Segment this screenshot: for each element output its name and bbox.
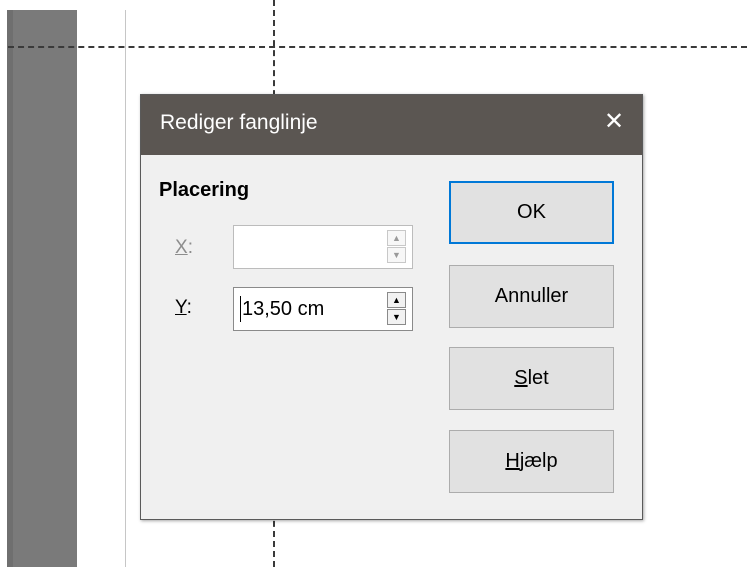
x-spin-buttons: ▲ ▼ bbox=[387, 230, 408, 264]
x-spin-up-icon: ▲ bbox=[387, 230, 406, 246]
y-label-colon: : bbox=[186, 297, 192, 318]
delete-label-rest: let bbox=[527, 367, 549, 389]
x-spin-down-icon: ▼ bbox=[387, 247, 406, 263]
cancel-button[interactable]: Annuller bbox=[449, 265, 614, 328]
x-label-colon: : bbox=[187, 237, 193, 258]
edit-snapline-dialog: Rediger fanglinje ✕ Placering X: ▲ ▼ Y: … bbox=[140, 94, 643, 520]
dialog-title: Rediger fanglinje bbox=[160, 111, 318, 134]
y-label-mnemonic: Y bbox=[175, 297, 187, 318]
workspace-left-shade bbox=[7, 10, 13, 567]
dialog-titlebar[interactable]: Rediger fanglinje ✕ bbox=[141, 95, 642, 155]
help-mnemonic: H bbox=[505, 450, 520, 472]
y-position-value[interactable]: 13,50 cm bbox=[242, 298, 324, 321]
delete-mnemonic: S bbox=[514, 367, 528, 389]
document-canvas: Rediger fanglinje ✕ Placering X: ▲ ▼ Y: … bbox=[0, 0, 747, 567]
workspace-left-area bbox=[7, 10, 77, 567]
help-button[interactable]: Hjælp bbox=[449, 430, 614, 493]
position-section-heading: Placering bbox=[159, 179, 250, 201]
y-position-spinbox[interactable]: 13,50 cm ▲ ▼ bbox=[233, 287, 413, 331]
y-field-label: Y: bbox=[175, 297, 192, 319]
page-margin-line bbox=[125, 10, 126, 567]
ok-button[interactable]: OK bbox=[449, 181, 614, 244]
help-label-rest: jælp bbox=[519, 450, 558, 472]
x-field-label: X: bbox=[175, 237, 193, 259]
close-icon[interactable]: ✕ bbox=[601, 109, 627, 135]
horizontal-snapline[interactable] bbox=[8, 46, 747, 48]
x-position-spinbox: ▲ ▼ bbox=[233, 225, 413, 269]
y-spin-up-icon[interactable]: ▲ bbox=[387, 292, 406, 308]
delete-button[interactable]: Slet bbox=[449, 347, 614, 410]
x-label-mnemonic: X bbox=[175, 237, 188, 258]
text-caret bbox=[240, 296, 241, 322]
y-spin-down-icon[interactable]: ▼ bbox=[387, 309, 406, 325]
y-spin-buttons: ▲ ▼ bbox=[387, 292, 408, 326]
